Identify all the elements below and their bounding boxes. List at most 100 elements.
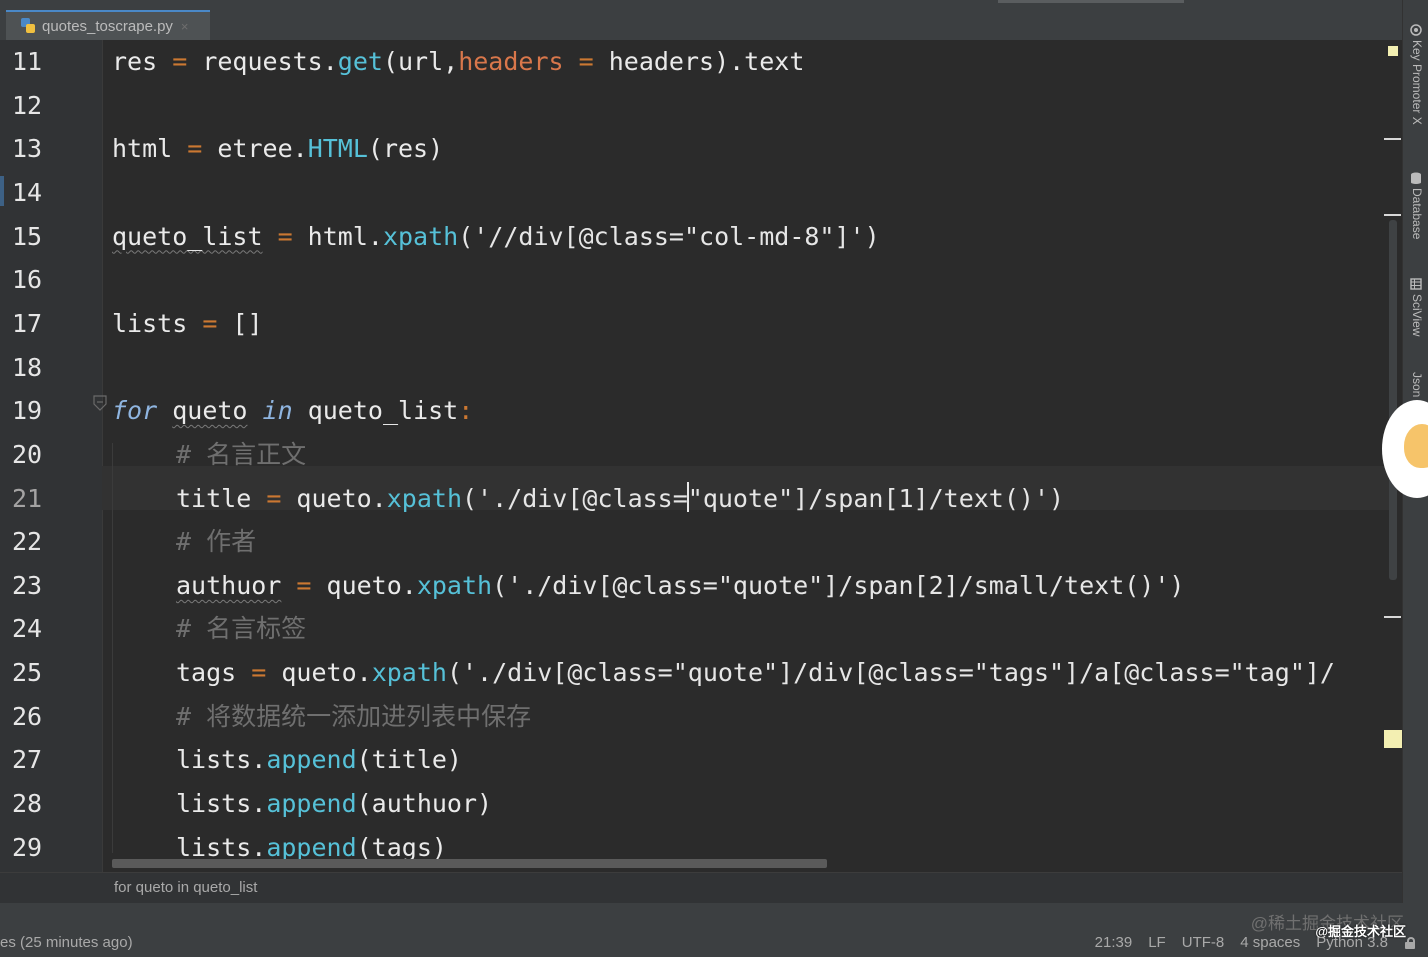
indent-setting[interactable]: 4 spaces [1240, 934, 1300, 951]
key-promoter-icon [1410, 24, 1423, 36]
code-line[interactable]: 23 authuor = queto.xpath('./div[@class="q… [0, 564, 1402, 608]
code-line[interactable]: 24 # 名言标签 [0, 607, 1402, 651]
code-token: html. [307, 221, 383, 251]
code-line[interactable]: 12 [0, 84, 1402, 128]
code-line[interactable]: 20 # 名言正文 [0, 433, 1402, 477]
code-line[interactable]: 13 html = etree.HTML(res) [0, 127, 1402, 171]
code-token: lists. [176, 745, 267, 775]
code-line[interactable]: 18 [0, 346, 1402, 390]
tool-database[interactable]: Database [1407, 172, 1427, 239]
code-text[interactable]: # 作者 [112, 520, 256, 564]
line-number: 28 [12, 789, 43, 819]
code-line[interactable]: 11 res = requests.get(url,headers = heade… [0, 40, 1402, 84]
code-token: = [236, 658, 282, 688]
breadcrumb-item[interactable]: for queto in queto_list [114, 879, 257, 896]
python-interpreter[interactable]: Python 3.8 [1316, 934, 1388, 951]
code-text[interactable]: lists = [] [112, 302, 263, 346]
code-text[interactable]: tags = queto.xpath('./div[@class="quote"… [112, 651, 1335, 695]
code-text[interactable]: title = queto.xpath('./div[@class="quote… [112, 477, 1064, 521]
code-token: = [262, 221, 308, 251]
code-text[interactable]: # 将数据统一添加进列表中保存 [112, 695, 531, 739]
tool-key-promoter[interactable]: Key Promoter X [1407, 24, 1427, 125]
code-token: ('//div[@class="col-md-8"]') [458, 221, 880, 251]
line-separator[interactable]: LF [1148, 934, 1166, 951]
status-bar: es (25 minutes ago) @稀土掘金技术社区 @掘金技术社区 21… [0, 903, 1428, 957]
code-token: res [112, 47, 158, 76]
file-encoding[interactable]: UTF-8 [1182, 934, 1225, 951]
code-token: = [172, 134, 218, 164]
code-text[interactable]: for queto in queto_list: [112, 389, 473, 433]
warning-marker[interactable] [1388, 46, 1398, 56]
file-tab-label: quotes_toscrape.py [42, 17, 173, 35]
code-token: requests. [202, 47, 338, 76]
code-line[interactable]: 22 # 作者 [0, 520, 1402, 564]
code-text[interactable]: queto_list = html.xpath('//div[@class="c… [112, 215, 880, 259]
line-number: 29 [12, 832, 43, 862]
code-text[interactable]: res = requests.get(url,headers = headers… [112, 40, 804, 84]
line-number: 21 [12, 483, 43, 513]
vertical-scrollbar[interactable] [1389, 220, 1397, 580]
warning-marker[interactable] [1384, 730, 1402, 748]
breadcrumb[interactable]: for queto in queto_list [0, 872, 1402, 903]
tab-scrollbar[interactable] [998, 0, 1184, 3]
caret-position[interactable]: 21:39 [1095, 934, 1133, 951]
code-token: in [262, 396, 293, 426]
code-editor[interactable]: 11 res = requests.get(url,headers = heade… [0, 40, 1402, 872]
code-text[interactable]: html = etree.HTML(res) [112, 127, 443, 171]
code-line[interactable]: 16 [0, 258, 1402, 302]
code-text[interactable]: # 名言标签 [112, 607, 306, 651]
code-line[interactable]: 28 lists.append(authuor) [0, 782, 1402, 826]
code-token: = [187, 308, 233, 338]
code-token: ('./div[@class="quote"]/div[@class="tags… [446, 658, 1335, 688]
lock-icon[interactable] [1404, 936, 1416, 949]
code-line[interactable]: 15 queto_list = html.xpath('//div[@class=… [0, 215, 1402, 259]
code-line[interactable]: 27 lists.append(title) [0, 738, 1402, 782]
code-token: HTML [307, 134, 368, 164]
code-token: queto [172, 396, 248, 426]
line-number: 19 [12, 396, 43, 426]
code-token: append [266, 832, 357, 862]
line-number: 16 [12, 265, 43, 295]
line-number: 18 [12, 352, 43, 382]
code-line[interactable]: 17 lists = [] [0, 302, 1402, 346]
editor-tab-bar: quotes_toscrape.py × [0, 0, 1402, 41]
code-token: # 名言标签 [176, 614, 307, 644]
code-token: queto_list [292, 396, 459, 426]
status-message[interactable]: es (25 minutes ago) [0, 934, 133, 951]
code-token: get [337, 47, 383, 76]
code-token: ('./div[@class= [462, 483, 688, 513]
code-token: ('./div[@class="quote"]/span[2]/small/te… [492, 570, 1185, 600]
code-token: for [112, 396, 158, 426]
tool-label: Key Promoter X [1410, 40, 1424, 125]
code-text[interactable]: lists.append(title) [112, 738, 462, 782]
error-stripe-marker[interactable] [1384, 214, 1401, 216]
code-token: # 名言正文 [176, 439, 307, 469]
code-token: queto. [296, 483, 387, 513]
code-text[interactable]: authuor = queto.xpath('./div[@class="quo… [112, 564, 1184, 608]
code-line[interactable]: 21 title = queto.xpath('./div[@class="quo… [0, 477, 1402, 521]
code-text[interactable]: lists.append(authuor) [112, 782, 492, 826]
code-token: xpath [386, 483, 462, 513]
tool-sciview[interactable]: SciView [1407, 278, 1427, 336]
code-token: (title) [356, 745, 462, 775]
code-text[interactable]: # 名言正文 [112, 433, 306, 477]
code-line[interactable]: 19 for queto in queto_list: [0, 389, 1402, 433]
line-number: 14 [12, 177, 43, 207]
code-token: authuor [176, 570, 282, 600]
file-tab[interactable]: quotes_toscrape.py × [6, 10, 210, 40]
code-token: queto. [326, 570, 417, 600]
code-line[interactable]: 14 [0, 171, 1402, 215]
line-number: 27 [12, 745, 43, 775]
code-token: append [266, 789, 357, 819]
code-line[interactable]: 25 tags = queto.xpath('./div[@class="quot… [0, 651, 1402, 695]
error-stripe-marker[interactable] [1384, 616, 1401, 618]
code-token: queto. [281, 658, 372, 688]
sciview-icon [1410, 278, 1423, 290]
fold-icon[interactable] [92, 394, 108, 412]
line-number: 17 [12, 308, 43, 338]
close-tab-icon[interactable]: × [181, 19, 189, 34]
horizontal-scrollbar[interactable] [112, 859, 827, 868]
code-token: = [281, 570, 327, 600]
error-stripe-marker[interactable] [1384, 138, 1401, 140]
code-line[interactable]: 26 # 将数据统一添加进列表中保存 [0, 695, 1402, 739]
